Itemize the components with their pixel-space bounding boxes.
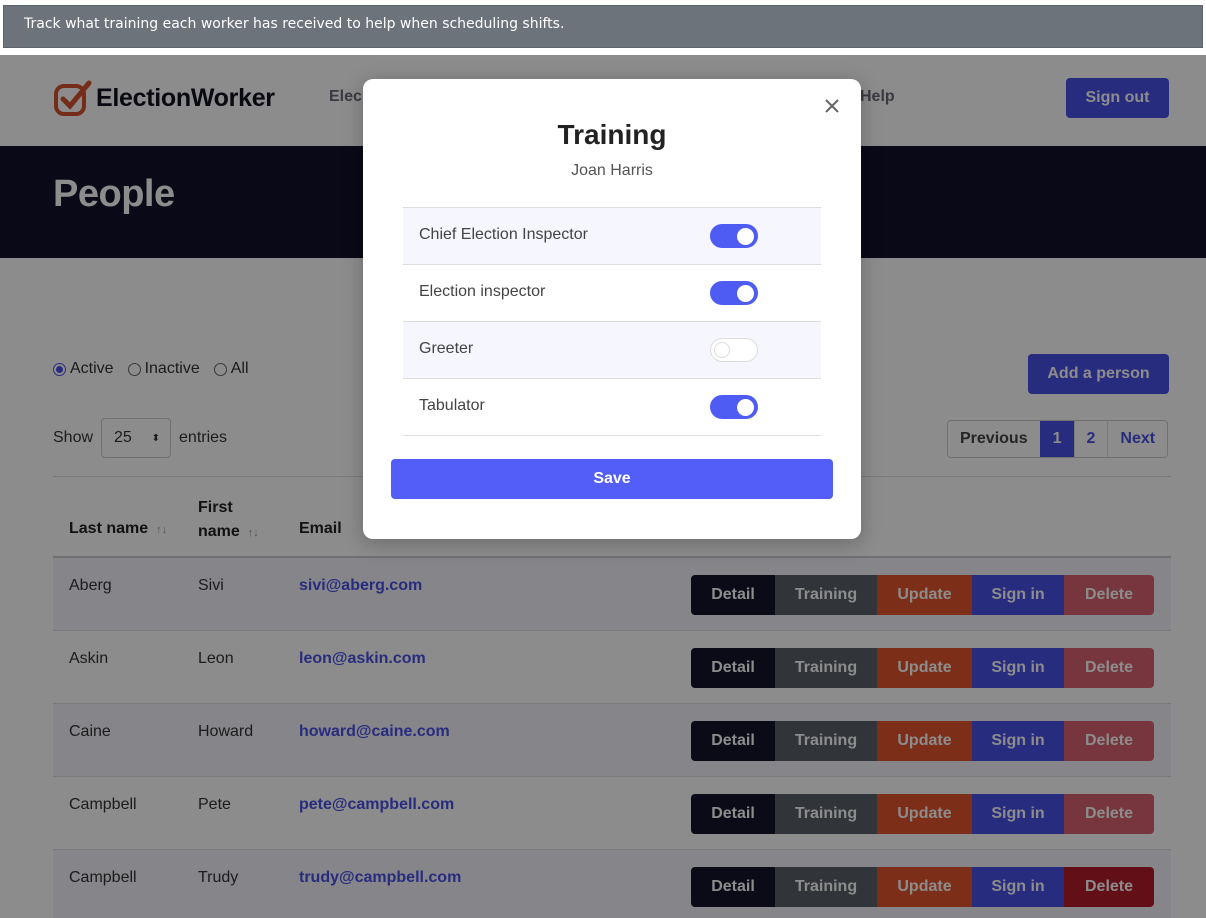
training-item: Chief Election Inspector [403,208,821,265]
close-icon[interactable] [823,97,841,115]
toggle-knob [737,228,754,245]
training-label: Greeter [419,340,474,357]
toggle-knob [737,399,754,416]
toggle-knob [737,285,754,302]
modal-subtitle: Joan Harris [571,162,653,179]
training-toggle[interactable] [710,281,758,305]
training-toggle[interactable] [710,224,758,248]
training-label: Chief Election Inspector [419,226,588,243]
training-toggle[interactable] [710,338,758,362]
training-label: Tabulator [419,397,485,414]
training-item: Tabulator [403,379,821,436]
toggle-knob [714,342,730,358]
caption-bar: Track what training each worker has rece… [3,5,1203,48]
save-button[interactable]: Save [391,459,833,499]
training-toggle[interactable] [710,395,758,419]
modal-title: Training [557,119,667,150]
training-item: Greeter [403,322,821,379]
training-list: Chief Election Inspector Election inspect… [403,207,821,436]
training-label: Election inspector [419,283,546,300]
training-item: Election inspector [403,265,821,322]
training-modal: Training Joan Harris Chief Election Insp… [363,79,861,539]
